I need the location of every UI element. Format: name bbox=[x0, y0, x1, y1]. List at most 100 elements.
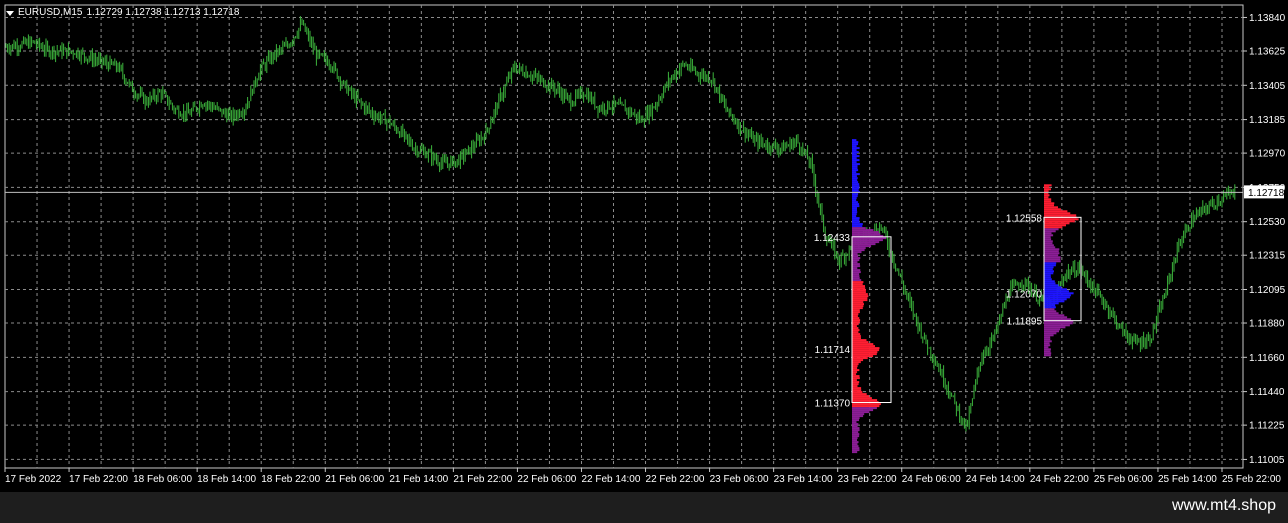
profile-bin bbox=[852, 207, 857, 210]
profile-bin bbox=[1044, 236, 1051, 239]
profile-bin bbox=[852, 437, 858, 440]
profile-bin bbox=[852, 351, 878, 354]
chevron-down-icon[interactable] bbox=[6, 10, 14, 16]
profile-bin bbox=[852, 449, 860, 452]
profile-bin bbox=[1044, 204, 1054, 207]
profile-bin bbox=[1044, 252, 1060, 255]
profile-bin bbox=[852, 319, 861, 322]
profile-bin bbox=[1044, 240, 1053, 243]
profile-bin bbox=[852, 237, 886, 240]
profile-bin bbox=[852, 153, 857, 156]
profile-bin bbox=[852, 333, 861, 336]
x-tick-label: 25 Feb 22:00 bbox=[1222, 474, 1281, 485]
profile-bin bbox=[1044, 260, 1061, 263]
profile-bin bbox=[1044, 210, 1068, 213]
profile-bin bbox=[852, 197, 857, 200]
profile-bin bbox=[852, 367, 858, 370]
profile-bin bbox=[1044, 322, 1073, 325]
profile-bin bbox=[852, 343, 874, 346]
profile-bin bbox=[852, 295, 869, 298]
profile-bin bbox=[852, 251, 862, 254]
profile-bin bbox=[852, 421, 857, 424]
profile-bin bbox=[852, 273, 860, 276]
profile-bin bbox=[1044, 324, 1070, 327]
profile-bin bbox=[852, 231, 879, 234]
profile-bin bbox=[852, 381, 860, 384]
profile-bin bbox=[1044, 282, 1056, 285]
x-tick-label: 17 Feb 22:00 bbox=[69, 474, 128, 485]
profile-level-label: 1.11714 bbox=[815, 345, 851, 356]
profile-bin bbox=[852, 165, 858, 168]
x-tick-label: 23 Feb 14:00 bbox=[774, 474, 833, 485]
profile-bin bbox=[852, 403, 881, 406]
x-tick-label: 21 Feb 14:00 bbox=[389, 474, 448, 485]
x-tick-label: 22 Feb 14:00 bbox=[581, 474, 640, 485]
profile-bin bbox=[1044, 224, 1066, 227]
profile-bin bbox=[852, 329, 860, 332]
profile-bin bbox=[1044, 336, 1051, 339]
profile-bin bbox=[852, 433, 860, 436]
y-tick-label: 1.13840 bbox=[1249, 13, 1286, 24]
profile-bin bbox=[1044, 342, 1050, 345]
profile-bin bbox=[852, 341, 869, 344]
profile-bin bbox=[852, 225, 863, 228]
profile-bin bbox=[852, 179, 858, 182]
profile-bin bbox=[852, 205, 860, 208]
profile-bin bbox=[1044, 306, 1056, 309]
profile-bin bbox=[1044, 308, 1055, 311]
profile-bin bbox=[852, 169, 859, 172]
profile-bin bbox=[1044, 246, 1056, 249]
profile-bin bbox=[852, 353, 877, 356]
profile-bin bbox=[852, 177, 858, 180]
profile-bin bbox=[1044, 316, 1068, 319]
profile-bin bbox=[1044, 220, 1075, 223]
profile-level-label: 1.12070 bbox=[1006, 289, 1043, 300]
profile-level-label: 1.12433 bbox=[814, 233, 851, 244]
profile-bin bbox=[852, 221, 860, 224]
profile-bin bbox=[852, 227, 866, 230]
profile-bin bbox=[1044, 276, 1051, 279]
profile-bin bbox=[852, 211, 858, 214]
volume-profile[interactable]: 1.12433 1.11714 1.11370 bbox=[814, 139, 892, 454]
profile-bin bbox=[1044, 330, 1059, 333]
profile-bin bbox=[852, 293, 868, 296]
profile-bin bbox=[1044, 300, 1065, 303]
current-price-label: 1.12718 bbox=[1248, 188, 1285, 199]
profile-bin bbox=[1044, 296, 1070, 299]
profile-bin bbox=[852, 163, 860, 166]
x-tick-label: 17 Feb 2022 bbox=[5, 474, 62, 485]
profile-bin bbox=[1044, 326, 1066, 329]
profile-bin bbox=[1044, 184, 1052, 187]
profile-bin bbox=[852, 311, 860, 314]
profile-bin bbox=[852, 323, 859, 326]
profile-bin bbox=[1044, 254, 1059, 257]
profile-bin bbox=[1044, 188, 1051, 191]
profile-bin bbox=[852, 141, 859, 144]
profile-bin bbox=[852, 397, 872, 400]
profile-bin bbox=[852, 203, 860, 206]
profile-bin bbox=[852, 157, 857, 160]
x-tick-label: 25 Feb 06:00 bbox=[1094, 474, 1153, 485]
chart-window[interactable]: 1.13840 1.13625 1.13405 1.13185 1.12970 1.127… bbox=[0, 0, 1288, 523]
profile-bin bbox=[852, 245, 872, 248]
profile-bin bbox=[852, 217, 860, 220]
price-chart[interactable]: 1.13840 1.13625 1.13405 1.13185 1.12970 1.127… bbox=[0, 0, 1288, 492]
profile-bin bbox=[852, 309, 860, 312]
profile-bin bbox=[852, 239, 883, 242]
profile-bin bbox=[1044, 352, 1052, 355]
profile-bin bbox=[852, 215, 857, 218]
profile-bin bbox=[852, 415, 864, 418]
chart-header: EURUSD,M15 1.12729 1.12738 1.12713 1.127… bbox=[6, 6, 239, 20]
profile-bin bbox=[1044, 312, 1059, 315]
profile-bin bbox=[852, 173, 860, 176]
profile-bin bbox=[852, 425, 858, 428]
profile-bin bbox=[1044, 304, 1056, 307]
profile-bin bbox=[852, 337, 861, 340]
profile-bin bbox=[1044, 346, 1049, 349]
y-tick-label: 1.13185 bbox=[1249, 115, 1286, 126]
profile-bin bbox=[1044, 286, 1062, 289]
x-tick-label: 25 Feb 14:00 bbox=[1158, 474, 1217, 485]
profile-bin bbox=[852, 399, 878, 402]
profile-bin bbox=[1044, 214, 1077, 217]
x-tick-label: 18 Feb 14:00 bbox=[197, 474, 256, 485]
